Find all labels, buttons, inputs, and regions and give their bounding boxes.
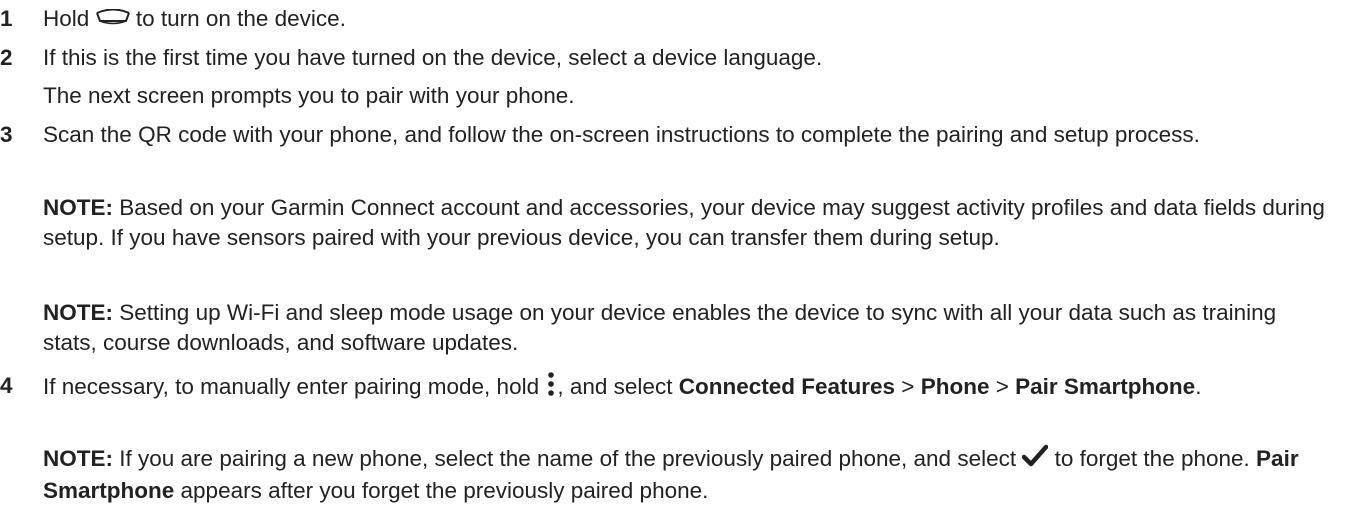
note-label: NOTE: [43,195,113,220]
note-paragraph: NOTE: Based on your Garmin Connect accou… [43,193,1333,253]
menu-dots-icon [545,371,557,405]
note-paragraph: NOTE: If you are pairing a new phone, se… [43,444,1333,506]
note-label: NOTE: [43,300,113,325]
power-button-icon [95,5,130,35]
step-4-before-icon: If necessary, to manually enter pairing … [43,373,540,399]
note-text-before: If you are pairing a new phone, select t… [119,446,1017,471]
note-text: Setting up Wi-Fi and sleep mode usage on… [43,300,1277,355]
menu-item-connected-features: Connected Features [678,373,896,399]
checkmark-icon [1022,444,1049,476]
note-text-end: appears after you forget the previously … [180,478,709,504]
step-number: 1 [0,6,13,31]
step-1-after-icon: to turn on the device. [135,6,346,31]
step-3-text: Scan the QR code with your phone, and fo… [43,122,1200,147]
step-number: 4 [0,373,13,398]
step-4-mid-text: , and select [557,373,673,399]
note-text: Based on your Garmin Connect account and… [43,195,1325,250]
step-2-followup: The next screen prompts you to pair with… [43,83,575,108]
step-4-end: . [1195,373,1202,399]
menu-separator: > [901,373,915,399]
menu-separator: > [995,373,1009,399]
menu-item-pair-smartphone: Pair Smartphone [1015,373,1196,399]
step-2-text: If this is the first time you have turne… [43,45,823,70]
note-text-after: to forget the phone. [1054,446,1250,471]
note-label: NOTE: [43,446,113,471]
step-1-text: Hold to turn on the device. [43,4,1333,35]
menu-item-phone: Phone [920,373,990,399]
step-1-before-icon: Hold [43,6,90,31]
step-number: 3 [0,122,13,147]
step-4-text: If necessary, to manually enter pairing … [43,371,1333,405]
step-number: 2 [0,45,13,70]
note-paragraph: NOTE: Setting up Wi-Fi and sleep mode us… [43,298,1333,358]
